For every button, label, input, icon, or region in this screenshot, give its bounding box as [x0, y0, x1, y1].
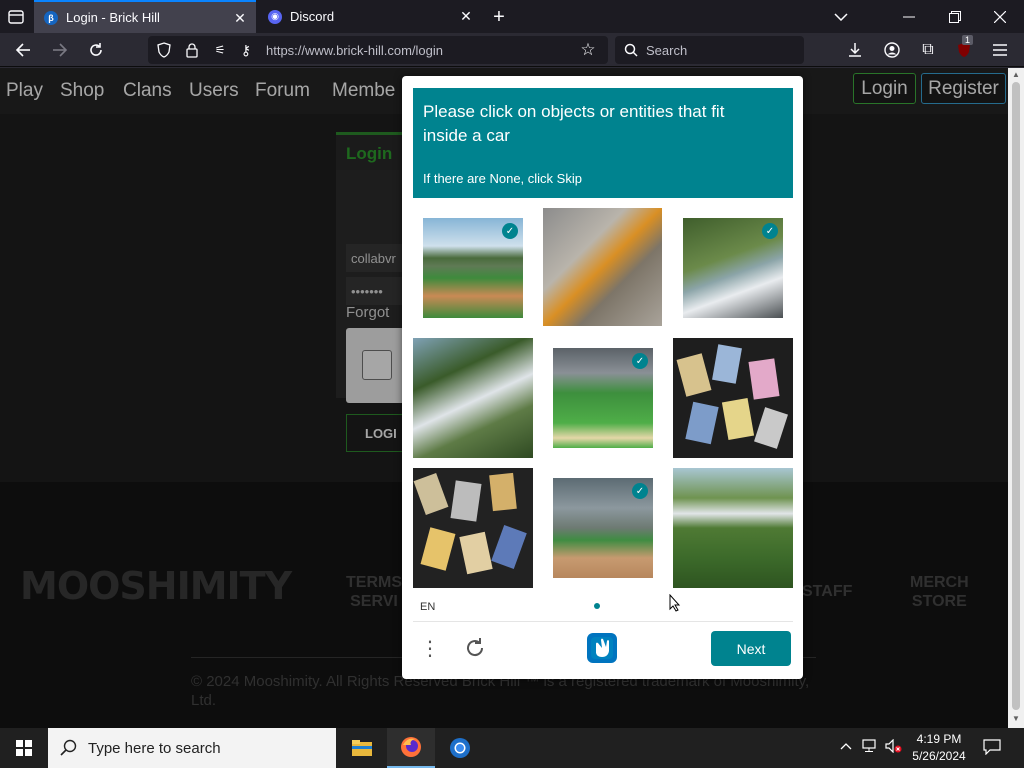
menu-hamburger-icon[interactable]: [988, 38, 1012, 62]
taskbar: Type here to search 4:19 PM 5/26/2024: [0, 728, 1024, 768]
tab-title: Login - Brick Hill: [66, 10, 160, 25]
file-explorer-icon[interactable]: [338, 728, 386, 768]
search-icon: [60, 739, 78, 761]
close-tab-icon[interactable]: ✕: [458, 8, 474, 24]
captcha-hint: If there are None, click Skip: [423, 171, 582, 186]
selected-check-icon: ✓: [502, 223, 518, 239]
captcha-image-1[interactable]: ✓: [423, 218, 523, 318]
tarot-cards-image: [673, 338, 793, 458]
extensions-icon[interactable]: ⧉: [916, 38, 940, 62]
forward-arrow-icon[interactable]: [48, 38, 72, 62]
captcha-image-2[interactable]: [543, 208, 662, 326]
captcha-footer-divider: [413, 621, 793, 622]
url-text: https://www.brick-hill.com/login: [266, 43, 443, 58]
brick-hill-icon: β: [44, 10, 58, 25]
captcha-image-7[interactable]: [413, 468, 533, 588]
selected-check-icon: ✓: [632, 353, 648, 369]
next-button[interactable]: Next: [711, 631, 791, 666]
selected-check-icon: ✓: [632, 483, 648, 499]
taskbar-search-placeholder: Type here to search: [88, 740, 221, 757]
extension-badge: 1: [962, 35, 974, 45]
captcha-prompt: Please click on objects or entities that…: [413, 88, 793, 198]
captcha-image-6[interactable]: [673, 338, 793, 458]
search-placeholder: Search: [646, 43, 688, 58]
lock-icon[interactable]: [180, 38, 204, 62]
hcaptcha-logo-icon[interactable]: [585, 631, 619, 665]
volume-muted-icon[interactable]: [885, 738, 903, 756]
train-forest-image: [673, 468, 793, 588]
network-icon[interactable]: [862, 739, 878, 756]
tab-bar: β Login - Brick Hill ✕ ◉ Discord ✕ +: [0, 0, 1024, 33]
pagination-dot: [594, 603, 600, 609]
system-clock[interactable]: 4:19 PM 5/26/2024: [906, 731, 972, 765]
tab-list-icon[interactable]: [6, 8, 26, 26]
reload-icon[interactable]: [84, 38, 108, 62]
captcha-question: Please click on objects or entities that…: [423, 102, 725, 145]
clock-time: 4:19 PM: [916, 732, 962, 746]
close-window-icon[interactable]: [989, 6, 1011, 28]
language-selector[interactable]: EN: [420, 601, 435, 613]
key-icon[interactable]: ⚷: [234, 38, 258, 62]
tab-title: Discord: [290, 9, 335, 24]
page-scrollbar[interactable]: ▲ ▼: [1008, 68, 1024, 728]
selected-check-icon: ✓: [762, 223, 778, 239]
captcha-image-4[interactable]: [413, 338, 533, 458]
minimize-icon[interactable]: [898, 6, 920, 28]
captcha-challenge: Please click on objects or entities that…: [402, 76, 803, 679]
back-arrow-icon[interactable]: [11, 38, 35, 62]
account-icon[interactable]: [880, 38, 904, 62]
bookmark-star-icon[interactable]: ☆: [576, 38, 600, 62]
chevron-down-icon[interactable]: [830, 6, 852, 28]
train-bridge-image: [413, 338, 533, 458]
notifications-icon[interactable]: [983, 739, 1001, 758]
tarot-cards-image: [413, 468, 533, 588]
restore-icon[interactable]: [944, 6, 966, 28]
search-box[interactable]: Search: [615, 36, 804, 64]
navigation-toolbar: ⚟ ⚷ https://www.brick-hill.com/login ☆ S…: [0, 33, 1024, 67]
firefox-icon[interactable]: [387, 728, 435, 768]
captcha-image-9[interactable]: [673, 468, 793, 588]
captcha-image-3[interactable]: ✓: [683, 218, 783, 318]
chromium-icon[interactable]: [436, 728, 484, 768]
shield-icon[interactable]: [152, 38, 176, 62]
downloads-icon[interactable]: [843, 38, 867, 62]
tray-chevron-up-icon[interactable]: [840, 739, 852, 753]
windows-start-icon[interactable]: [0, 728, 48, 768]
excavator-image: [543, 208, 662, 326]
scroll-up-icon[interactable]: ▲: [1012, 70, 1020, 79]
refresh-challenge-icon[interactable]: [462, 634, 488, 662]
close-tab-icon[interactable]: ✕: [232, 10, 248, 26]
scroll-down-icon[interactable]: ▼: [1012, 714, 1020, 723]
taskbar-search[interactable]: Type here to search: [48, 728, 336, 768]
discord-icon: ◉: [268, 9, 282, 24]
tab-discord[interactable]: ◉ Discord ✕: [258, 0, 482, 33]
mouse-cursor-icon: [669, 593, 681, 612]
scroll-thumb[interactable]: [1012, 82, 1020, 710]
clock-date: 5/26/2024: [912, 749, 966, 763]
ublock-icon[interactable]: 1: [952, 35, 976, 62]
captcha-image-5[interactable]: ✓: [553, 348, 653, 448]
captcha-image-8[interactable]: ✓: [553, 478, 653, 578]
more-options-icon[interactable]: ⋮: [420, 634, 440, 662]
new-tab-icon[interactable]: +: [488, 6, 510, 28]
tab-brick-hill[interactable]: β Login - Brick Hill ✕: [34, 0, 256, 33]
search-icon: [619, 38, 643, 62]
permissions-icon[interactable]: ⚟: [208, 38, 232, 62]
url-bar[interactable]: ⚟ ⚷ https://www.brick-hill.com/login ☆: [148, 36, 608, 64]
